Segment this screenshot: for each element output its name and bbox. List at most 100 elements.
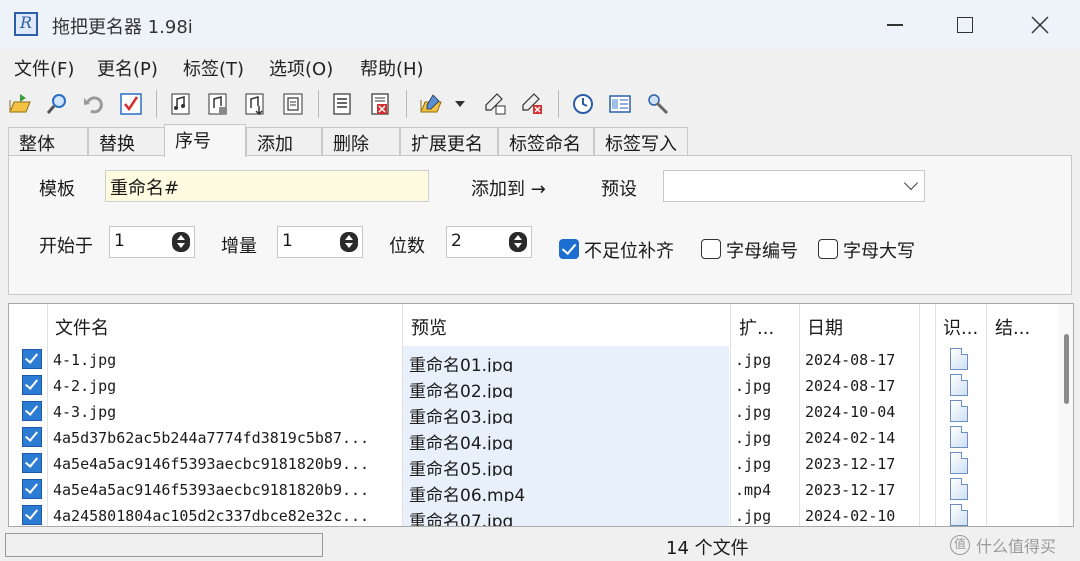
column-header-extension[interactable]: 扩... xyxy=(731,304,799,346)
tab-extended-rename[interactable]: 扩展更名 xyxy=(400,127,498,156)
apply-button[interactable] xyxy=(118,91,144,117)
tab-add[interactable]: 添加 xyxy=(246,127,322,156)
filename-cell: 4a245801804ac105d2c337dbce82e32c... xyxy=(53,507,370,525)
table-row[interactable]: 4a5d37b62ac5b244a7774fd3819c5b87... 重命名0… xyxy=(9,424,1057,450)
spin-arrows-icon[interactable] xyxy=(509,232,527,252)
digits-value: 2 xyxy=(451,231,462,251)
progress-bar xyxy=(5,533,323,557)
filename-cell: 4a5e4a5ac9146f5393aecbc9181820b9... xyxy=(53,481,370,499)
date-cell: 2023-12-17 xyxy=(805,481,896,499)
list-button[interactable] xyxy=(329,91,355,117)
clock-icon xyxy=(573,94,593,114)
vertical-scrollbar[interactable] xyxy=(1059,304,1073,526)
tag-list-button[interactable] xyxy=(280,91,306,117)
maximize-button[interactable] xyxy=(930,0,1000,50)
preview-cell: 重命名07.jpg xyxy=(403,502,729,527)
row-checkbox[interactable] xyxy=(22,349,42,369)
toolbar-separator xyxy=(318,90,319,118)
tab-tag-write[interactable]: 标签写入 xyxy=(594,127,688,156)
preview-text: 重命名07.jpg xyxy=(409,512,514,527)
layout-button[interactable] xyxy=(607,91,633,117)
tab-replace[interactable]: 替换 xyxy=(88,127,166,156)
scrollbar-thumb[interactable] xyxy=(1064,334,1069,404)
menu-rename[interactable]: 更名(P) xyxy=(97,55,158,81)
tag-read-button[interactable] xyxy=(168,91,194,117)
filename-cell: 4a5e4a5ac9146f5393aecbc9181820b9... xyxy=(53,455,370,473)
tab-delete[interactable]: 删除 xyxy=(322,127,400,156)
menu-tags[interactable]: 标签(T) xyxy=(183,55,244,81)
history-button[interactable] xyxy=(570,91,596,117)
checkmark-icon xyxy=(120,93,142,115)
add-to-button[interactable]: 添加到 → xyxy=(471,175,546,201)
filename-cell: 4a5d37b62ac5b244a7774fd3819c5b87... xyxy=(53,429,370,447)
close-icon xyxy=(1031,16,1049,34)
uppercase-checkbox[interactable] xyxy=(818,239,838,259)
column-header-result[interactable]: 结... xyxy=(987,304,1043,346)
status-bar: 14 个文件 值 什么值得买 xyxy=(0,529,1080,561)
clear-list-button[interactable] xyxy=(367,91,393,117)
increment-spinner[interactable]: 1 xyxy=(277,226,363,258)
letter-number-checkbox[interactable] xyxy=(701,239,721,259)
title-bar: 拖把更名器 1.98i xyxy=(0,0,1080,50)
row-checkbox[interactable] xyxy=(22,479,42,499)
column-header-date[interactable]: 日期 xyxy=(799,304,919,346)
add-files-dropdown[interactable] xyxy=(452,91,468,117)
pad-checkbox[interactable] xyxy=(559,239,579,259)
watermark-text: 什么值得买 xyxy=(976,537,1057,556)
date-cell: 2023-12-17 xyxy=(805,455,896,473)
start-value: 1 xyxy=(114,231,125,251)
digits-spinner[interactable]: 2 xyxy=(446,226,532,258)
row-checkbox[interactable] xyxy=(22,427,42,447)
row-checkbox[interactable] xyxy=(22,453,42,473)
menu-help[interactable]: 帮助(H) xyxy=(360,55,424,81)
row-checkbox[interactable] xyxy=(22,505,42,525)
tab-tag-naming[interactable]: 标签命名 xyxy=(498,127,594,156)
table-row[interactable]: 4-1.jpg 重命名01.jpg .jpg 2024-08-17 xyxy=(9,346,1057,372)
edit-name-button[interactable] xyxy=(482,91,508,117)
open-folder-icon xyxy=(9,94,31,113)
window-title: 拖把更名器 1.98i xyxy=(52,17,193,38)
filename-cell: 4-1.jpg xyxy=(53,351,117,369)
extension-cell: .jpg xyxy=(735,507,772,525)
template-input[interactable]: 重命名# xyxy=(105,170,429,202)
menu-file[interactable]: 文件(F) xyxy=(14,55,74,81)
search-button[interactable] xyxy=(44,91,70,117)
row-checkbox[interactable] xyxy=(22,375,42,395)
music-edit-icon xyxy=(208,93,227,115)
tab-overall[interactable]: 整体 xyxy=(8,127,88,156)
table-row[interactable]: 4a5e4a5ac9146f5393aecbc9181820b9... 重命名0… xyxy=(9,450,1057,476)
preview-text: 重命名05.jpg xyxy=(409,460,514,476)
extension-cell: .jpg xyxy=(735,455,772,473)
tag-import-button[interactable] xyxy=(242,91,268,117)
table-row[interactable]: 4a245801804ac105d2c337dbce82e32c... 重命名0… xyxy=(9,502,1057,527)
preview-text: 重命名06.mp4 xyxy=(409,486,526,502)
column-header-preview[interactable]: 预览 xyxy=(403,304,729,346)
document-list-icon xyxy=(333,93,351,115)
start-spinner[interactable]: 1 xyxy=(109,226,195,258)
table-row[interactable]: 4-2.jpg 重命名02.jpg .jpg 2024-08-17 xyxy=(9,372,1057,398)
remove-name-button[interactable] xyxy=(519,91,545,117)
add-files-button[interactable] xyxy=(418,91,444,117)
column-header-id[interactable]: 识... xyxy=(935,304,985,346)
minimize-button[interactable] xyxy=(860,0,930,50)
spin-arrows-icon[interactable] xyxy=(340,232,358,252)
row-checkbox[interactable] xyxy=(22,401,42,421)
extension-cell: .jpg xyxy=(735,377,772,395)
tab-sequence[interactable]: 序号 xyxy=(164,124,246,157)
column-header-filename[interactable]: 文件名 xyxy=(47,304,403,346)
file-list[interactable]: 文件名 预览 扩... 日期 识... 结... 4-1.jpg 重命名01.j… xyxy=(8,303,1074,527)
file-icon xyxy=(950,374,968,396)
table-row[interactable]: 4a5e4a5ac9146f5393aecbc9181820b9... 重命名0… xyxy=(9,476,1057,502)
extension-cell: .jpg xyxy=(735,403,772,421)
preset-select[interactable] xyxy=(663,170,925,202)
close-button[interactable] xyxy=(1005,0,1075,50)
settings-button[interactable] xyxy=(645,91,671,117)
tag-edit-button[interactable] xyxy=(205,91,231,117)
preview-cell: 重命名05.jpg xyxy=(403,450,729,476)
menu-options[interactable]: 选项(O) xyxy=(269,55,333,81)
open-folder-button[interactable] xyxy=(7,91,33,117)
table-row[interactable]: 4-3.jpg 重命名03.jpg .jpg 2024-10-04 xyxy=(9,398,1057,424)
extension-cell: .mp4 xyxy=(735,481,772,499)
undo-button[interactable] xyxy=(81,91,107,117)
spin-arrows-icon[interactable] xyxy=(172,232,190,252)
